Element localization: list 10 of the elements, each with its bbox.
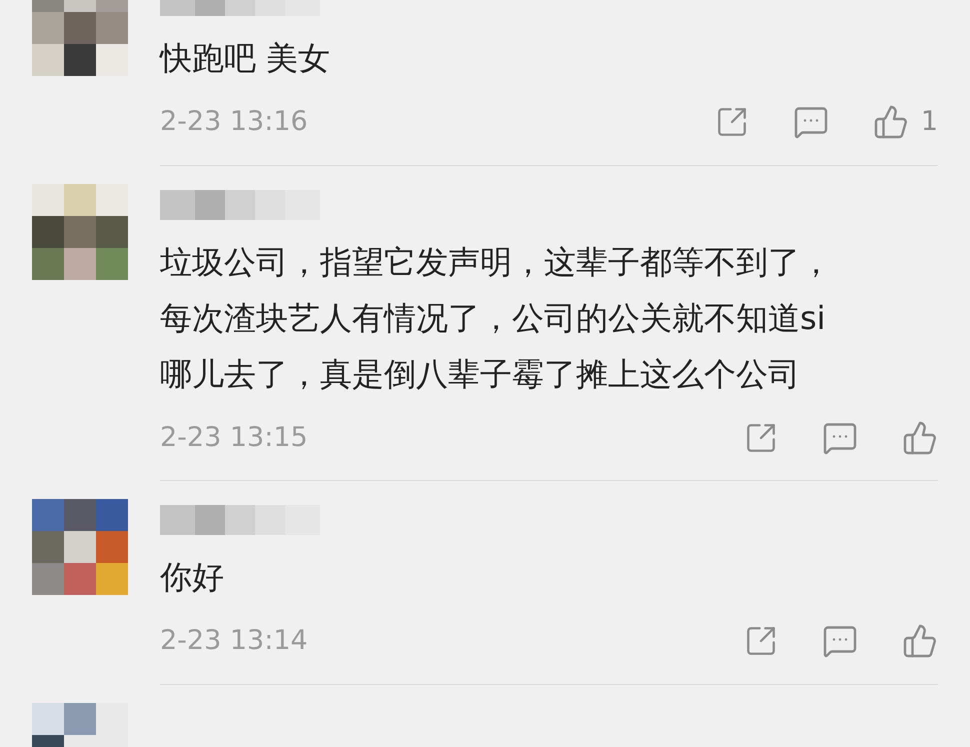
like-icon[interactable] bbox=[902, 420, 938, 456]
timestamp: 2-23 13:14 bbox=[160, 624, 308, 658]
like-icon[interactable] bbox=[872, 104, 909, 140]
comment-text: 快跑吧 美女 bbox=[160, 38, 332, 79]
comment-text: 垃圾公司，指望它发声明，这辈子都等不到了， 每次渣块艺人有情况了，公司的公关就不知道si 哪儿去了，真是倒八辈子霉了摊上这么个公司 bbox=[160, 242, 833, 394]
like-icon[interactable] bbox=[902, 623, 938, 660]
timestamp: 2-23 13:15 bbox=[160, 420, 308, 454]
like-count: 1 bbox=[920, 105, 938, 139]
timestamp: 2-23 13:16 bbox=[160, 105, 308, 139]
comment-text: 你好 bbox=[160, 557, 225, 598]
